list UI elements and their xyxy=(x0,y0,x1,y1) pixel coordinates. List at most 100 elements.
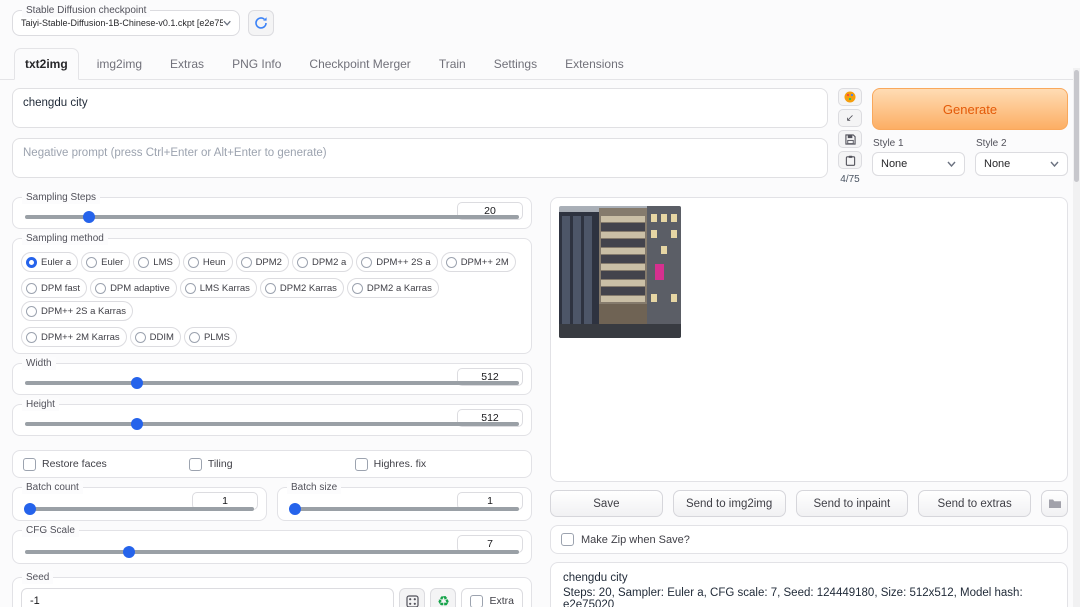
generate-button[interactable]: Generate xyxy=(872,88,1068,130)
slider-handle[interactable] xyxy=(289,503,301,515)
checkpoint-bar: Stable Diffusion checkpoint Taiyi-Stable… xyxy=(0,0,1080,36)
negative-prompt-input[interactable] xyxy=(12,138,828,178)
sampler-option[interactable]: DPM2 a xyxy=(292,252,353,272)
tab-img2img[interactable]: img2img xyxy=(87,49,152,79)
extra-seed-checkbox[interactable]: Extra xyxy=(461,588,523,607)
sampler-option[interactable]: LMS Karras xyxy=(180,278,257,298)
sampler-option[interactable]: DPM++ 2M xyxy=(441,252,516,272)
tab-txt2img[interactable]: txt2img xyxy=(14,48,79,80)
prompt-input[interactable]: chengdu city xyxy=(12,88,828,128)
radio-icon xyxy=(26,257,37,268)
batch-size-slider[interactable] xyxy=(290,503,519,515)
width-label: Width xyxy=(22,357,56,370)
save-style-button[interactable] xyxy=(838,130,862,148)
apply-style-button[interactable] xyxy=(838,151,862,169)
chevron-down-icon xyxy=(223,20,231,26)
generation-info-panel: chengdu city Steps: 20, Sampler: Euler a… xyxy=(550,562,1068,607)
generated-image-thumbnail[interactable] xyxy=(559,206,681,338)
radio-icon xyxy=(26,332,37,343)
tiling-checkbox[interactable]: Tiling xyxy=(189,458,355,471)
cfg-scale-label: CFG Scale xyxy=(22,524,79,537)
slider-track xyxy=(290,507,519,511)
tab-png-info[interactable]: PNG Info xyxy=(222,49,291,79)
radio-icon xyxy=(26,283,37,294)
height-label: Height xyxy=(22,398,59,411)
open-folder-button[interactable] xyxy=(1041,490,1068,517)
tab-checkpoint-merger[interactable]: Checkpoint Merger xyxy=(299,49,420,79)
send-to-img2img-button[interactable]: Send to img2img xyxy=(673,490,786,517)
save-button[interactable]: Save xyxy=(550,490,663,517)
restore-faces-checkbox[interactable]: Restore faces xyxy=(23,458,189,471)
radio-icon xyxy=(297,257,308,268)
generated-image xyxy=(559,206,681,338)
paste-params-button[interactable]: ↙ xyxy=(838,109,862,127)
checkpoint-dropdown[interactable]: Stable Diffusion checkpoint Taiyi-Stable… xyxy=(12,10,240,36)
highres-fix-checkbox[interactable]: Highres. fix xyxy=(355,458,521,471)
chevron-down-icon xyxy=(947,161,956,167)
info-parameters: Steps: 20, Sampler: Euler a, CFG scale: … xyxy=(563,587,1055,607)
refresh-checkpoint-button[interactable] xyxy=(248,10,274,36)
slider-handle[interactable] xyxy=(131,418,143,430)
result-gallery xyxy=(550,197,1068,482)
page-scrollbar[interactable] xyxy=(1073,68,1080,607)
slider-handle[interactable] xyxy=(83,211,95,223)
clipboard-icon xyxy=(845,155,856,166)
radio-icon xyxy=(189,332,200,343)
dice-icon xyxy=(406,595,419,607)
slider-handle[interactable] xyxy=(131,377,143,389)
stable-diffusion-webui: Stable Diffusion checkpoint Taiyi-Stable… xyxy=(0,0,1080,607)
sampler-option[interactable]: Heun xyxy=(183,252,233,272)
random-seed-button[interactable] xyxy=(399,588,425,607)
sampler-option[interactable]: DPM++ 2S a xyxy=(356,252,437,272)
sampler-option[interactable]: DPM2 a Karras xyxy=(347,278,439,298)
parameters-column: Sampling Steps 20 Sampling method Euler … xyxy=(12,197,532,607)
style1-select[interactable]: None xyxy=(872,152,965,176)
height-slider[interactable] xyxy=(25,418,519,430)
seed-input[interactable]: -1 xyxy=(21,588,394,607)
sampler-option[interactable]: DPM++ 2S a Karras xyxy=(21,301,133,321)
tab-extensions[interactable]: Extensions xyxy=(555,49,634,79)
sampler-option[interactable]: DPM2 xyxy=(236,252,289,272)
radio-icon xyxy=(135,332,146,343)
reuse-seed-button[interactable]: ♻ xyxy=(430,588,456,607)
tab-settings[interactable]: Settings xyxy=(484,49,547,79)
checkpoint-value: Taiyi-Stable-Diffusion-1B-Chinese-v0.1.c… xyxy=(21,18,223,28)
tab-extras[interactable]: Extras xyxy=(160,49,214,79)
checkbox-icon xyxy=(189,458,202,471)
roll-art-button[interactable] xyxy=(838,88,862,106)
seed-label: Seed xyxy=(22,571,53,584)
style2-select[interactable]: None xyxy=(975,152,1068,176)
sampler-option[interactable]: LMS xyxy=(133,252,180,272)
sampler-option[interactable]: DPM fast xyxy=(21,278,87,298)
radio-icon xyxy=(265,283,276,294)
sampling-steps-slider[interactable] xyxy=(25,211,519,223)
recycle-icon: ♻ xyxy=(437,593,450,607)
radio-icon xyxy=(86,257,97,268)
sampler-option[interactable]: Euler a xyxy=(21,252,78,272)
send-to-extras-button[interactable]: Send to extras xyxy=(918,490,1031,517)
slider-handle[interactable] xyxy=(24,503,36,515)
cfg-scale-slider[interactable] xyxy=(25,546,519,558)
sampler-option[interactable]: DPM2 Karras xyxy=(260,278,344,298)
radio-icon xyxy=(241,257,252,268)
make-zip-label: Make Zip when Save? xyxy=(581,534,690,546)
slider-handle[interactable] xyxy=(123,546,135,558)
width-slider[interactable] xyxy=(25,377,519,389)
scrollbar-thumb[interactable] xyxy=(1074,70,1079,182)
batch-count-slider[interactable] xyxy=(25,503,254,515)
sampling-steps-group: Sampling Steps 20 xyxy=(12,197,532,229)
radio-icon xyxy=(446,257,457,268)
checkbox-icon xyxy=(355,458,368,471)
sampler-option[interactable]: DPM++ 2M Karras xyxy=(21,327,127,347)
sampler-option[interactable]: DDIM xyxy=(130,327,181,347)
radio-icon xyxy=(185,283,196,294)
send-to-inpaint-button[interactable]: Send to inpaint xyxy=(796,490,909,517)
tab-train[interactable]: Train xyxy=(429,49,476,79)
make-zip-checkbox[interactable] xyxy=(561,533,574,546)
sampler-option[interactable]: DPM adaptive xyxy=(90,278,177,298)
sampler-option[interactable]: Euler xyxy=(81,252,130,272)
batch-size-group: Batch size 1 xyxy=(277,487,532,521)
sampler-option[interactable]: PLMS xyxy=(184,327,237,347)
radio-icon xyxy=(26,306,37,317)
radio-icon xyxy=(352,283,363,294)
